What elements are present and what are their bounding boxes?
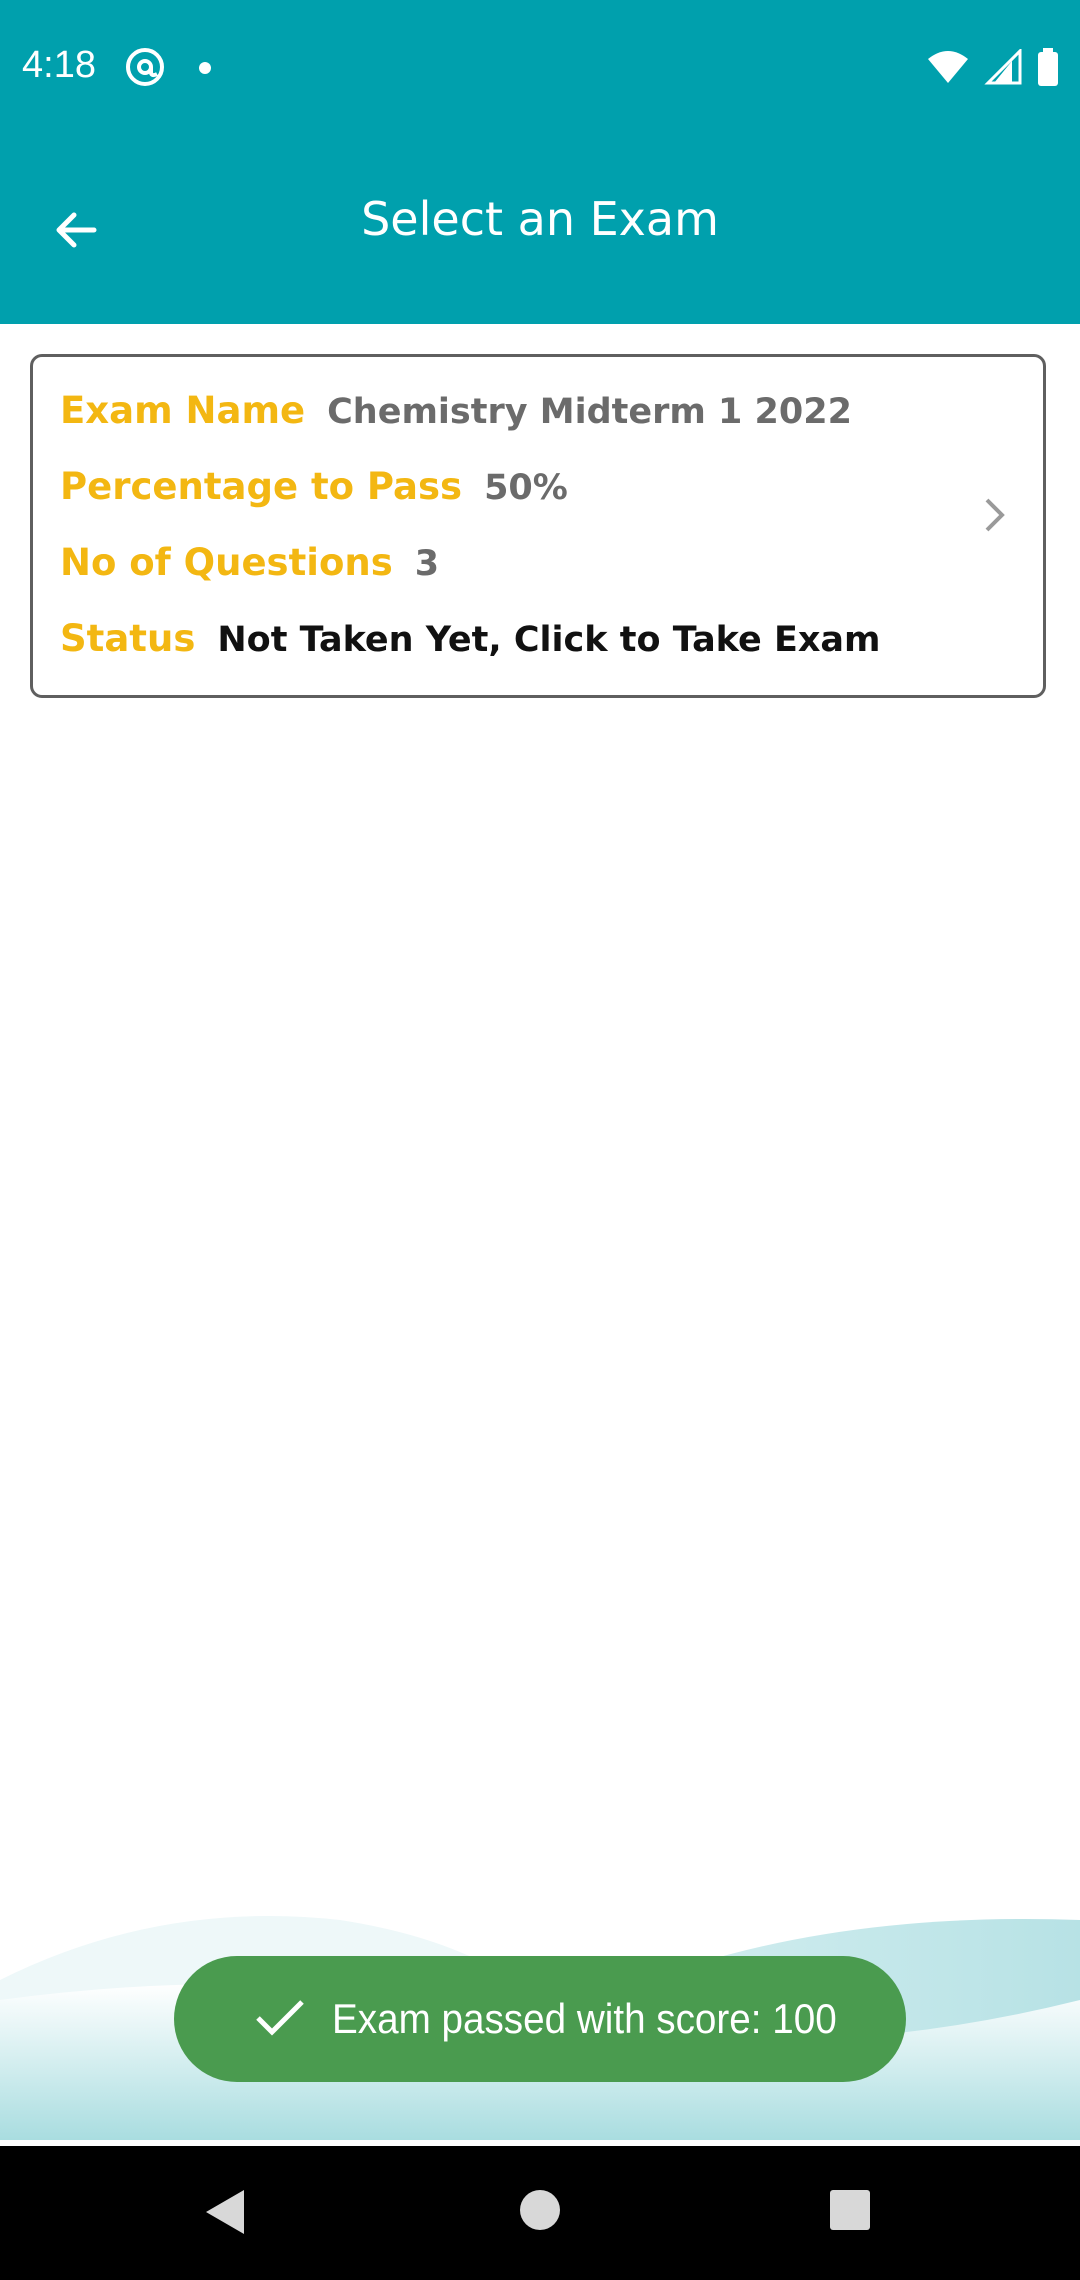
- status-bar: 4:18: [0, 0, 1080, 136]
- pass-percentage-row: Percentage to Pass 50%: [60, 465, 568, 508]
- nav-home-icon[interactable]: [518, 2188, 562, 2236]
- at-sign-icon: [124, 46, 166, 92]
- nav-recents-icon[interactable]: [828, 2188, 872, 2236]
- check-icon: [254, 1997, 306, 2041]
- toast-message: Exam passed with score: 100: [174, 1956, 906, 2082]
- status-value: Not Taken Yet, Click to Take Exam: [217, 620, 881, 660]
- question-count-row: No of Questions 3: [60, 541, 439, 584]
- exam-name-value: Chemistry Midterm 1 2022: [327, 392, 852, 432]
- question-count-label: No of Questions: [60, 541, 393, 584]
- exam-name-row: Exam Name Chemistry Midterm 1 2022: [60, 389, 852, 432]
- dot-icon: [198, 60, 212, 79]
- status-time: 4:18: [22, 44, 96, 86]
- navigation-bar: [0, 2146, 1080, 2280]
- page-title: Select an Exam: [361, 192, 719, 246]
- wifi-icon: [926, 49, 970, 89]
- chevron-right-icon: [975, 495, 1015, 535]
- exam-name-label: Exam Name: [60, 389, 306, 432]
- exam-card[interactable]: Exam Name Chemistry Midterm 1 2022 Perce…: [30, 354, 1046, 698]
- battery-icon: [1036, 48, 1060, 90]
- nav-back-icon[interactable]: [202, 2188, 248, 2240]
- app-bar: Select an Exam: [0, 136, 1080, 324]
- toast-text: Exam passed with score: 100: [332, 1995, 837, 2042]
- status-label: Status: [60, 617, 196, 660]
- status-icons: [926, 47, 1060, 90]
- status-row: Status Not Taken Yet, Click to Take Exam: [60, 617, 881, 660]
- pass-percentage-label: Percentage to Pass: [60, 465, 463, 508]
- signal-icon: [984, 47, 1022, 89]
- question-count-value: 3: [414, 544, 440, 584]
- pass-percentage-value: 50%: [484, 468, 568, 508]
